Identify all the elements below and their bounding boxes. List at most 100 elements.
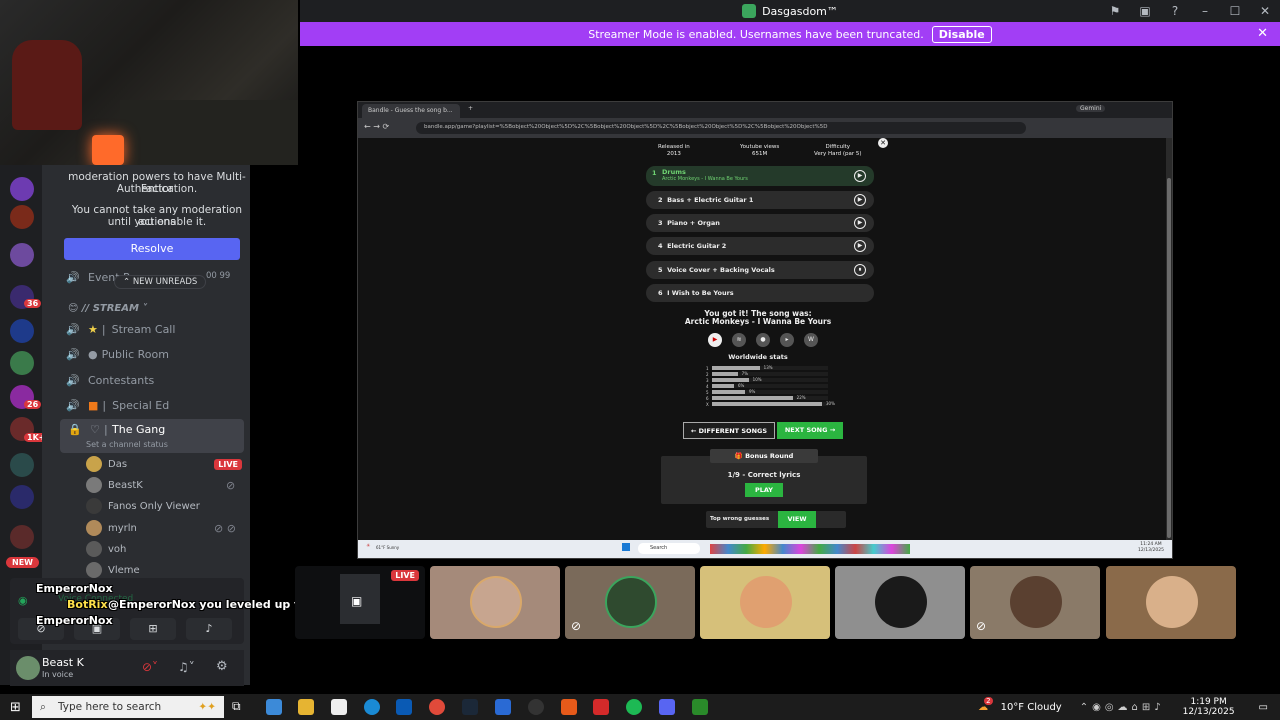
channel-status[interactable]: Set a channel status [86,440,168,449]
screen-icon[interactable]: ▣ [1130,4,1160,18]
server-icon[interactable] [10,351,34,375]
play-icon[interactable]: ▶ [854,217,866,229]
member-myrln[interactable]: myrln [86,519,137,537]
nav-icons[interactable]: ← → ⟳ [364,122,389,131]
pause-icon[interactable]: ⏸ [854,264,866,276]
spotify-icon[interactable]: ≋ [732,333,746,347]
play-icon[interactable]: ▶ [854,170,866,182]
close-icon[interactable]: ✕ [878,138,888,148]
stat-row-percent: 22% [796,395,806,400]
app-icon[interactable] [561,699,577,715]
mic-muted-icon[interactable]: ⊘˅ [142,660,158,674]
participant-tile[interactable] [700,566,830,639]
track-5[interactable]: 5 Voice Cover + Backing Vocals ⏸ [646,261,874,279]
minimize-button[interactable]: – [1190,4,1220,18]
stat-value: Very Hard (par 5) [814,151,862,157]
windows-start-icon[interactable]: ⊞ [10,700,21,715]
gear-icon[interactable]: ⚙ [216,659,228,674]
participant-tile-stream[interactable]: ▣ LIVE [295,566,425,639]
resolve-button[interactable]: Resolve [64,238,240,260]
server-icon[interactable] [10,525,34,549]
member-fanos[interactable]: Fanos Only Viewer [86,497,200,515]
gaming-chair [12,40,82,130]
server-icon[interactable] [10,205,34,229]
copilot-icon[interactable] [266,699,282,715]
windows-icon[interactable] [622,543,630,551]
steam-icon[interactable] [462,699,478,715]
play-icon[interactable]: ▶ [854,194,866,206]
task-view-icon[interactable]: ⧉ [232,699,248,715]
participant-tile[interactable]: ⊘ [970,566,1100,639]
member-das[interactable]: Das [86,455,127,473]
spotify-icon[interactable] [626,699,642,715]
notification-icon[interactable]: ▭ [1259,702,1268,713]
server-icon[interactable] [10,453,34,477]
tray-icons[interactable]: ⌃◉◎☁⌂⊞♪ [1080,702,1165,713]
server-icon[interactable] [10,319,34,343]
member-beastk[interactable]: BeastK [86,476,143,494]
track-6[interactable]: 6 I Wish to Be Yours [646,284,874,302]
taskbar-search[interactable]: ⌕ Type here to search ✦✦ [32,696,224,718]
activities-button[interactable]: ⊞ [130,618,176,640]
app-icon[interactable] [692,699,708,715]
track-4[interactable]: 4 Electric Guitar 2 ▶ [646,237,874,255]
inbox-icon[interactable]: ⚑ [1100,4,1130,18]
apple-icon[interactable]: ● [756,333,770,347]
server-icon[interactable] [10,243,34,267]
help-icon[interactable]: ? [1160,4,1190,18]
channel-special-ed[interactable]: 🔊 ■ | Special Ed [66,395,169,415]
play-icon[interactable]: ▶ [854,240,866,252]
user-avatar[interactable] [16,656,40,680]
server-icon[interactable] [10,177,34,201]
track-1[interactable]: 1 Drums Arctic Monkeys - I Wanna Be Your… [646,166,874,186]
soundboard-button[interactable]: ♪ [186,618,232,640]
youtube-icon[interactable]: ▶ [708,333,722,347]
app-icon[interactable] [593,699,609,715]
weather-text[interactable]: 10°F Cloudy [1001,702,1062,713]
browser-tab[interactable]: Bandle - Guess the song b... [362,104,460,118]
edge-icon[interactable] [364,699,380,715]
scrollbar[interactable] [1166,138,1172,540]
headphones-icon[interactable]: ♫˅ [178,660,195,674]
close-banner-icon[interactable]: ✕ [1257,26,1268,41]
participant-tile[interactable] [1106,566,1236,639]
different-songs-button[interactable]: ← DIFFERENT SONGS [683,422,775,439]
category-stream[interactable]: 😊 // STREAM ˅ [68,303,147,314]
member-vleme[interactable]: Vleme [86,561,140,579]
new-unreads-pill[interactable]: ⌃ NEW UNREADS [114,275,207,289]
new-tab-icon[interactable]: + [468,105,473,112]
channel-contestants[interactable]: 🔊 Contestants [66,370,154,390]
close-window-button[interactable]: ✕ [1250,4,1280,18]
track-3[interactable]: 3 Piano + Organ ▶ [646,214,874,232]
view-button[interactable]: VIEW [778,511,816,528]
file-explorer-icon[interactable] [298,699,314,715]
next-song-button[interactable]: NEXT SONG → [777,422,843,439]
store-icon[interactable] [331,699,347,715]
app-icon[interactable] [495,699,511,715]
inner-time: 11:24 AM [1140,542,1162,547]
participant-tile[interactable]: ⊘ [565,566,695,639]
speaker-icon: 🔊 [66,398,80,412]
participant-tile[interactable] [835,566,965,639]
wikipedia-icon[interactable]: W [804,333,818,347]
participant-tile[interactable] [430,566,560,639]
track-2[interactable]: 2 Bass + Electric Guitar 1 ▶ [646,191,874,209]
channel-the-gang[interactable]: 🔒 ♡ | The Gang Set a channel status [60,419,244,453]
discord-icon[interactable] [659,699,675,715]
chrome-icon[interactable] [429,699,445,715]
member-voh[interactable]: voh [86,540,126,558]
gemini-button[interactable]: Gemini [1076,105,1106,112]
inner-search[interactable]: Search [638,543,700,554]
channel-stream-call[interactable]: 🔊 ★ | Stream Call [66,319,175,339]
scrollbar-thumb[interactable] [1167,178,1171,538]
outlook-icon[interactable] [396,699,412,715]
channel-public-room[interactable]: 🔊 ● Public Room [66,344,169,364]
maximize-button[interactable]: ☐ [1220,4,1250,18]
app-icon[interactable] [528,699,544,715]
url-field[interactable]: bandle.app/game?playlist=%5Bobject%20Obj… [416,122,1026,134]
clock[interactable]: 1:19 PM 12/13/2025 [1183,697,1235,717]
play-music-icon[interactable]: ▸ [780,333,794,347]
disable-button[interactable]: Disable [931,25,992,43]
play-button[interactable]: PLAY [745,483,783,497]
server-icon[interactable] [10,485,34,509]
